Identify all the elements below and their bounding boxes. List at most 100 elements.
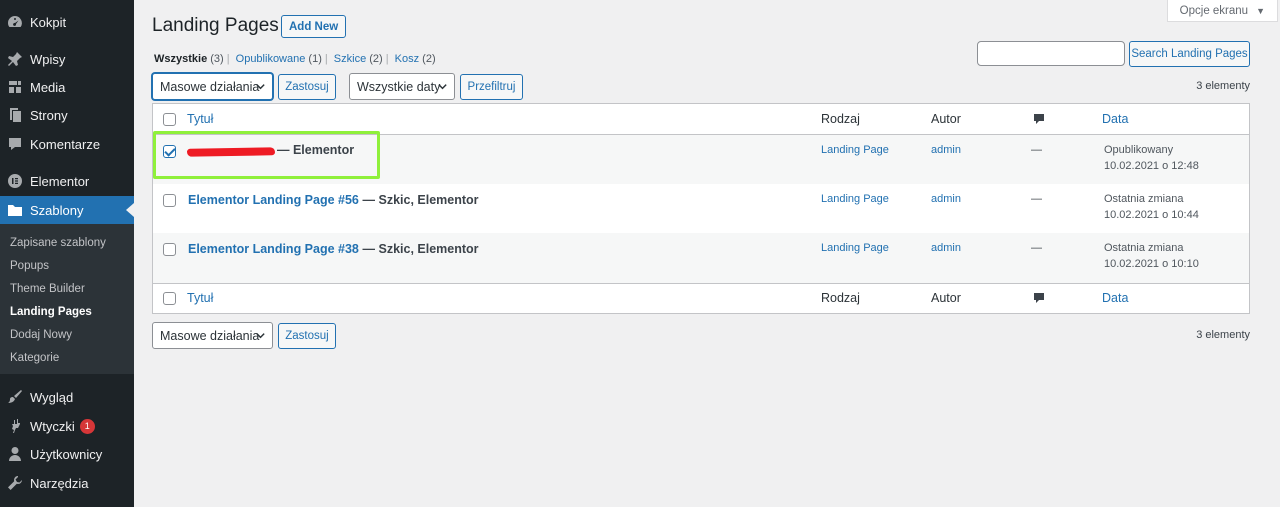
- sidebar-item-narzedzia[interactable]: Narzędzia: [0, 469, 134, 497]
- sidebar-item-label: Wygląd: [30, 389, 74, 405]
- row-checkbox[interactable]: [163, 194, 176, 207]
- row-status: Ostatnia zmiana: [1104, 193, 1184, 205]
- media-icon: [0, 79, 30, 95]
- sidebar-item-label: Wtyczki: [30, 418, 75, 434]
- table-footer: Tytuł Rodzaj Autor Data: [153, 283, 1249, 314]
- column-date[interactable]: Data: [1102, 112, 1128, 126]
- apply-button-top[interactable]: Zastosuj: [278, 74, 336, 100]
- filter-drafts[interactable]: Szkice (2): [334, 53, 383, 65]
- row-type-link[interactable]: Landing Page: [821, 193, 889, 205]
- row-title-suffix: — Szkic, Elementor: [362, 242, 479, 256]
- comment-bubble-icon: [1034, 114, 1044, 124]
- sidebar-item-szablony[interactable]: Szablony: [0, 196, 134, 224]
- sidebar-item-label: Strony: [30, 107, 68, 123]
- row-date: 10.02.2021 o 12:48: [1104, 160, 1199, 172]
- search-input[interactable]: [977, 41, 1125, 66]
- apply-button-bottom[interactable]: Zastosuj: [278, 323, 336, 349]
- date-filter-select[interactable]: Wszystkie daty: [349, 73, 455, 100]
- row-status: Opublikowany: [1104, 144, 1174, 156]
- wrench-icon: [0, 475, 30, 491]
- row-title-link[interactable]: Elementor Landing Page #38: [188, 242, 359, 256]
- row-checkbox[interactable]: [163, 243, 176, 256]
- items-count-top: 3 elementy: [1196, 80, 1250, 92]
- submenu-theme-builder[interactable]: Theme Builder: [0, 278, 134, 301]
- column-title[interactable]: Tytuł: [187, 112, 213, 126]
- screen-options-button[interactable]: Opcje ekranu ▼: [1166, 0, 1278, 22]
- submenu-popups[interactable]: Popups: [0, 255, 134, 278]
- sidebar-item-uzytkownicy[interactable]: Użytkownicy: [0, 440, 134, 468]
- plugin-updates-badge: 1: [79, 418, 95, 434]
- select-all-checkbox[interactable]: [163, 113, 176, 126]
- filter-trash[interactable]: Kosz (2): [395, 53, 436, 65]
- sidebar-item-wpisy[interactable]: Wpisy: [0, 45, 134, 73]
- folder-icon: [0, 202, 30, 218]
- status-filters: Wszystkie (3) | Opublikowane (1) | Szkice …: [154, 53, 436, 65]
- row-date: 10.02.2021 o 10:10: [1104, 258, 1199, 270]
- filter-published[interactable]: Opublikowane (1): [236, 53, 322, 65]
- chevron-down-icon: [256, 333, 265, 339]
- search-button[interactable]: Search Landing Pages: [1129, 41, 1250, 67]
- filter-button[interactable]: Przefiltruj: [460, 74, 523, 100]
- sidebar-item-label: Wpisy: [30, 51, 66, 67]
- row-comments: —: [1031, 242, 1042, 254]
- main-content: Opcje ekranu ▼ Landing Pages Add New Wsz…: [152, 0, 1278, 507]
- row-date: 10.02.2021 o 10:44: [1104, 209, 1199, 221]
- table-row: Elementor Landing Page #38 — Szkic, Elem…: [153, 233, 1249, 283]
- user-icon: [0, 446, 30, 462]
- sidebar-item-label: Komentarze: [30, 136, 101, 152]
- selection-highlight-box: [153, 131, 380, 179]
- row-type-link[interactable]: Landing Page: [821, 242, 889, 254]
- templates-submenu: Zapisane szablony Popups Theme Builder L…: [0, 224, 134, 374]
- admin-sidebar: Kokpit Wpisy Media Strony Komentarze Ele…: [0, 0, 134, 507]
- submenu-landing-pages[interactable]: Landing Pages: [0, 301, 134, 324]
- submenu-saved-templates[interactable]: Zapisane szablony: [0, 232, 134, 255]
- submenu-add-new[interactable]: Dodaj Nowy: [0, 324, 134, 347]
- sidebar-item-strony[interactable]: Strony: [0, 101, 134, 129]
- column-date-footer[interactable]: Data: [1102, 291, 1128, 305]
- sidebar-item-komentarze[interactable]: Komentarze: [0, 130, 134, 158]
- brush-icon: [0, 389, 30, 405]
- sidebar-item-label: Narzędzia: [30, 475, 89, 491]
- row-status: Ostatnia zmiana: [1104, 242, 1184, 254]
- chevron-down-icon: [438, 84, 447, 90]
- submenu-categories[interactable]: Kategorie: [0, 347, 134, 370]
- column-type-footer: Rodzaj: [821, 291, 860, 305]
- items-count-bottom: 3 elementy: [1196, 329, 1250, 341]
- filter-all[interactable]: Wszystkie (3): [154, 53, 224, 65]
- sidebar-item-media[interactable]: Media: [0, 73, 134, 101]
- sidebar-item-label: Elementor: [30, 173, 90, 189]
- column-title-footer[interactable]: Tytuł: [187, 291, 213, 305]
- sidebar-item-wyglad[interactable]: Wygląd: [0, 383, 134, 411]
- column-type: Rodzaj: [821, 112, 860, 126]
- row-comments: —: [1031, 144, 1042, 156]
- sidebar-item-label: Media: [30, 79, 66, 95]
- column-author-footer: Autor: [931, 291, 961, 305]
- caret-down-icon: ▼: [1256, 5, 1265, 16]
- dashboard-icon: [0, 14, 30, 30]
- sidebar-item-elementor[interactable]: Elementor: [0, 167, 134, 195]
- add-new-button[interactable]: Add New: [281, 15, 347, 38]
- select-all-checkbox-footer[interactable]: [163, 292, 176, 305]
- plugin-icon: [0, 418, 30, 434]
- row-title-suffix: — Szkic, Elementor: [362, 193, 479, 207]
- comment-icon: [0, 136, 30, 152]
- sidebar-item-kokpit[interactable]: Kokpit: [0, 8, 134, 36]
- bulk-actions-select-bottom[interactable]: Masowe działania: [152, 322, 273, 349]
- chevron-down-icon: [256, 84, 265, 90]
- row-type-link[interactable]: Landing Page: [821, 144, 889, 156]
- elementor-icon: [0, 173, 30, 189]
- column-author: Autor: [931, 112, 961, 126]
- table-row: Elementor Landing Page #56 — Szkic, Elem…: [153, 184, 1249, 233]
- pin-icon: [0, 51, 30, 67]
- row-author-link[interactable]: admin: [931, 144, 961, 156]
- sidebar-item-label: Kokpit: [30, 14, 67, 30]
- sidebar-item-label: Użytkownicy: [30, 446, 103, 462]
- page-icon: [0, 107, 30, 123]
- row-title-link[interactable]: Elementor Landing Page #56: [188, 193, 359, 207]
- row-author-link[interactable]: admin: [931, 242, 961, 254]
- sidebar-item-wtyczki[interactable]: Wtyczki 1: [0, 412, 134, 440]
- bulk-actions-select-top[interactable]: Masowe działania: [152, 73, 273, 100]
- row-comments: —: [1031, 193, 1042, 205]
- page-title: Landing Pages: [152, 15, 279, 36]
- row-author-link[interactable]: admin: [931, 193, 961, 205]
